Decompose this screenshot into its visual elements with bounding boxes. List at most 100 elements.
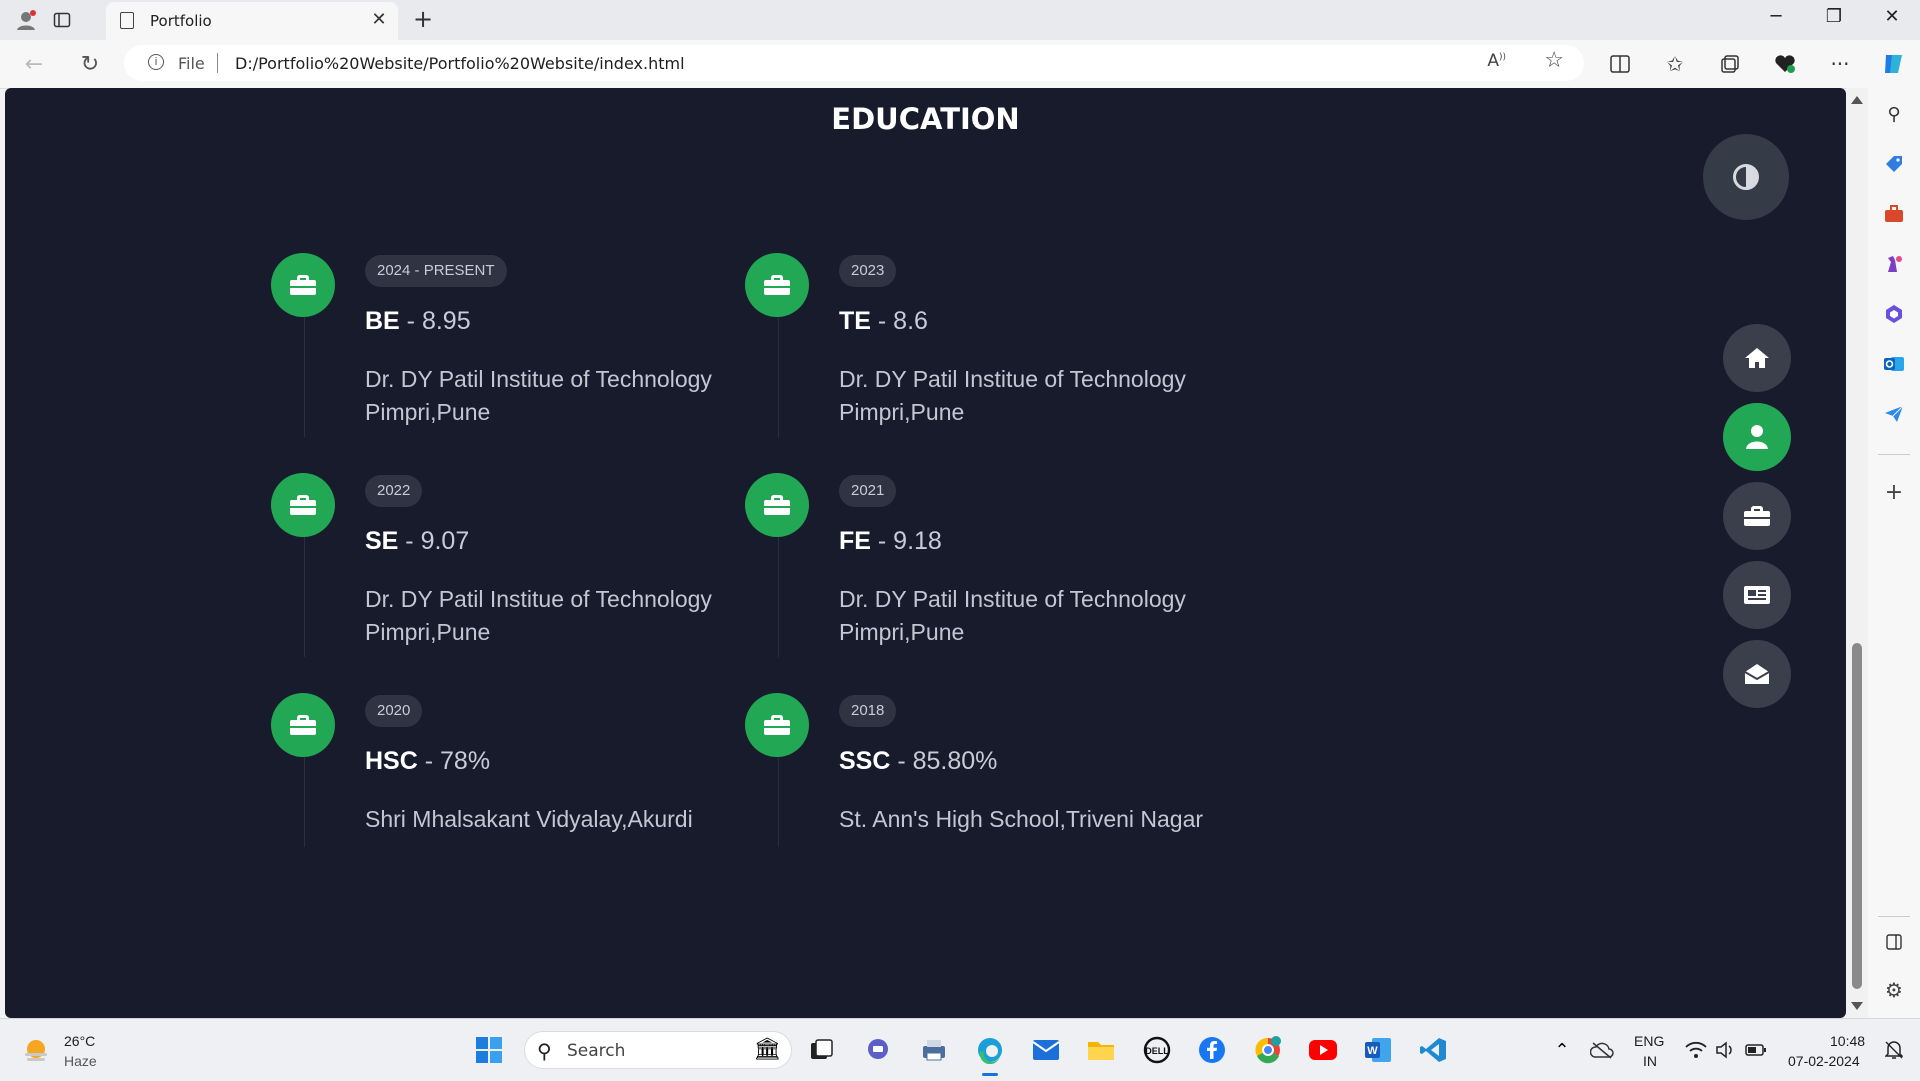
taskbar-search[interactable]: ⚲ Search 🏛	[524, 1031, 792, 1069]
volume-icon[interactable]	[1710, 1034, 1742, 1066]
score: 78%	[440, 747, 491, 775]
printer-app-icon[interactable]	[918, 1034, 950, 1066]
favorite-star-icon[interactable]: ☆	[1544, 48, 1564, 73]
show-hidden-icons-chevron-icon[interactable]: ⌃	[1546, 1034, 1578, 1066]
word-icon[interactable]: W	[1362, 1034, 1394, 1066]
nav-contact-button[interactable]	[1723, 640, 1791, 708]
refresh-icon[interactable]: ↻	[76, 50, 104, 78]
timeline-line	[778, 749, 779, 847]
scroll-down-icon[interactable]	[1851, 1002, 1863, 1010]
task-view-icon[interactable]	[806, 1034, 838, 1066]
home-icon	[1745, 348, 1769, 368]
score: 8.95	[421, 307, 471, 335]
nav-blog-button[interactable]	[1723, 561, 1791, 629]
split-screen-icon[interactable]	[1606, 50, 1634, 78]
minimize-icon[interactable]: ─	[1754, 6, 1798, 27]
chrome-icon[interactable]	[1252, 1034, 1284, 1066]
svg-text:W: W	[1367, 1045, 1378, 1057]
search-highlight-icon: 🏛	[753, 1037, 781, 1062]
sidebar-divider	[1878, 454, 1910, 455]
browser-essentials-icon[interactable]	[1771, 50, 1799, 78]
wifi-icon[interactable]	[1680, 1034, 1712, 1066]
outlook-icon[interactable]	[1882, 352, 1906, 376]
envelope-open-icon	[1744, 664, 1770, 684]
read-aloud-icon[interactable]: A))	[1487, 51, 1506, 71]
microsoft-365-icon[interactable]	[1882, 302, 1906, 326]
facebook-icon[interactable]	[1196, 1034, 1228, 1066]
new-tab-icon[interactable]: +	[413, 5, 433, 33]
teams-chat-icon[interactable]	[862, 1034, 894, 1066]
vscode-icon[interactable]	[1417, 1034, 1449, 1066]
score: 85.80%	[912, 747, 998, 775]
timeline-date: 2023	[839, 255, 897, 287]
degree: BE	[365, 307, 400, 335]
timeline-line	[304, 529, 305, 657]
weather-description: Haze	[64, 1053, 97, 1069]
search-icon[interactable]: ⚲	[1882, 102, 1906, 126]
close-window-icon[interactable]: ✕	[1870, 6, 1914, 27]
info-icon[interactable]: i	[148, 54, 164, 70]
weather-icon[interactable]	[20, 1035, 52, 1067]
copilot-icon[interactable]	[1880, 50, 1908, 78]
clock-date[interactable]: 07-02-2024	[1788, 1053, 1860, 1069]
scroll-thumb[interactable]	[1852, 643, 1862, 989]
theme-toggle-button[interactable]	[1703, 134, 1789, 220]
location: Pimpri,Pune	[365, 399, 491, 425]
youtube-icon[interactable]	[1307, 1034, 1339, 1066]
favorites-icon[interactable]: ✩	[1661, 50, 1689, 78]
scroll-up-icon[interactable]	[1851, 96, 1863, 104]
timeline-line	[778, 309, 779, 437]
notifications-bell-icon[interactable]	[1878, 1034, 1910, 1066]
nav-home-button[interactable]	[1723, 324, 1791, 392]
timeline-date: 2022	[365, 475, 423, 507]
collections-icon[interactable]	[1716, 50, 1744, 78]
more-options-icon[interactable]: ···	[1826, 50, 1854, 78]
dell-icon[interactable]: DELL	[1141, 1034, 1173, 1066]
onedrive-icon[interactable]	[1586, 1034, 1618, 1066]
timeline-title: SE - 9.07	[365, 527, 470, 555]
language-indicator[interactable]: ENG	[1634, 1033, 1664, 1049]
address-bar[interactable]: i File D:/Portfolio%20Website/Portfolio%…	[124, 45, 1584, 81]
nav-about-button[interactable]	[1723, 403, 1791, 471]
tab-actions-icon[interactable]	[50, 8, 74, 32]
battery-icon[interactable]	[1740, 1034, 1772, 1066]
clock-time[interactable]: 10:48	[1830, 1033, 1865, 1049]
institute: Dr. DY Patil Institue of Technology	[365, 366, 712, 392]
page-viewport: EDUCATION 2024 - PRESENT BE - 8.95 Dr. D…	[5, 88, 1846, 1018]
browser-title-bar: Portfolio ✕ + ─ ❐ ✕	[0, 0, 1920, 40]
mail-icon[interactable]	[1030, 1034, 1062, 1066]
score: 8.6	[893, 307, 928, 335]
send-icon[interactable]	[1882, 402, 1906, 426]
games-icon[interactable]	[1882, 252, 1906, 276]
timeline-briefcase-icon	[271, 693, 335, 757]
file-explorer-icon[interactable]	[1085, 1034, 1117, 1066]
hide-sidebar-icon[interactable]	[1882, 930, 1906, 954]
restore-icon[interactable]: ❐	[1812, 6, 1856, 27]
degree: HSC	[365, 747, 418, 775]
timeline-item: 2021 FE - 9.18 Dr. DY Patil Institue of …	[745, 473, 1245, 673]
profile-icon[interactable]	[14, 8, 38, 32]
timeline-date: 2024 - PRESENT	[365, 255, 507, 287]
shopping-tag-icon[interactable]	[1882, 152, 1906, 176]
briefcase-icon	[1744, 506, 1770, 526]
timeline-description: St. Ann's High School,Triveni Nagar	[839, 803, 1203, 836]
settings-gear-icon[interactable]: ⚙	[1882, 978, 1906, 1002]
tab-portfolio[interactable]: Portfolio ✕	[106, 2, 398, 40]
tools-icon[interactable]	[1882, 202, 1906, 226]
url-text[interactable]: D:/Portfolio%20Website/Portfolio%20Websi…	[235, 54, 685, 73]
timeline-description: Dr. DY Patil Institue of Technology Pimpr…	[839, 583, 1186, 649]
add-icon[interactable]: +	[1882, 480, 1906, 505]
nav-portfolio-button[interactable]	[1723, 482, 1791, 550]
degree: SSC	[839, 747, 891, 775]
timeline-date: 2018	[839, 695, 897, 727]
close-tab-icon[interactable]: ✕	[368, 9, 390, 30]
windows-start-icon[interactable]	[473, 1034, 505, 1066]
edge-browser-icon[interactable]	[974, 1034, 1006, 1076]
back-icon[interactable]: ←	[20, 50, 48, 78]
timeline-briefcase-icon	[271, 473, 335, 537]
page-scrollbar[interactable]	[1846, 88, 1868, 1018]
timeline-briefcase-icon	[745, 253, 809, 317]
timeline-date: 2021	[839, 475, 897, 507]
timeline-description: Shri Mhalsakant Vidyalay,Akurdi	[365, 803, 693, 836]
tab-title: Portfolio	[150, 12, 212, 30]
